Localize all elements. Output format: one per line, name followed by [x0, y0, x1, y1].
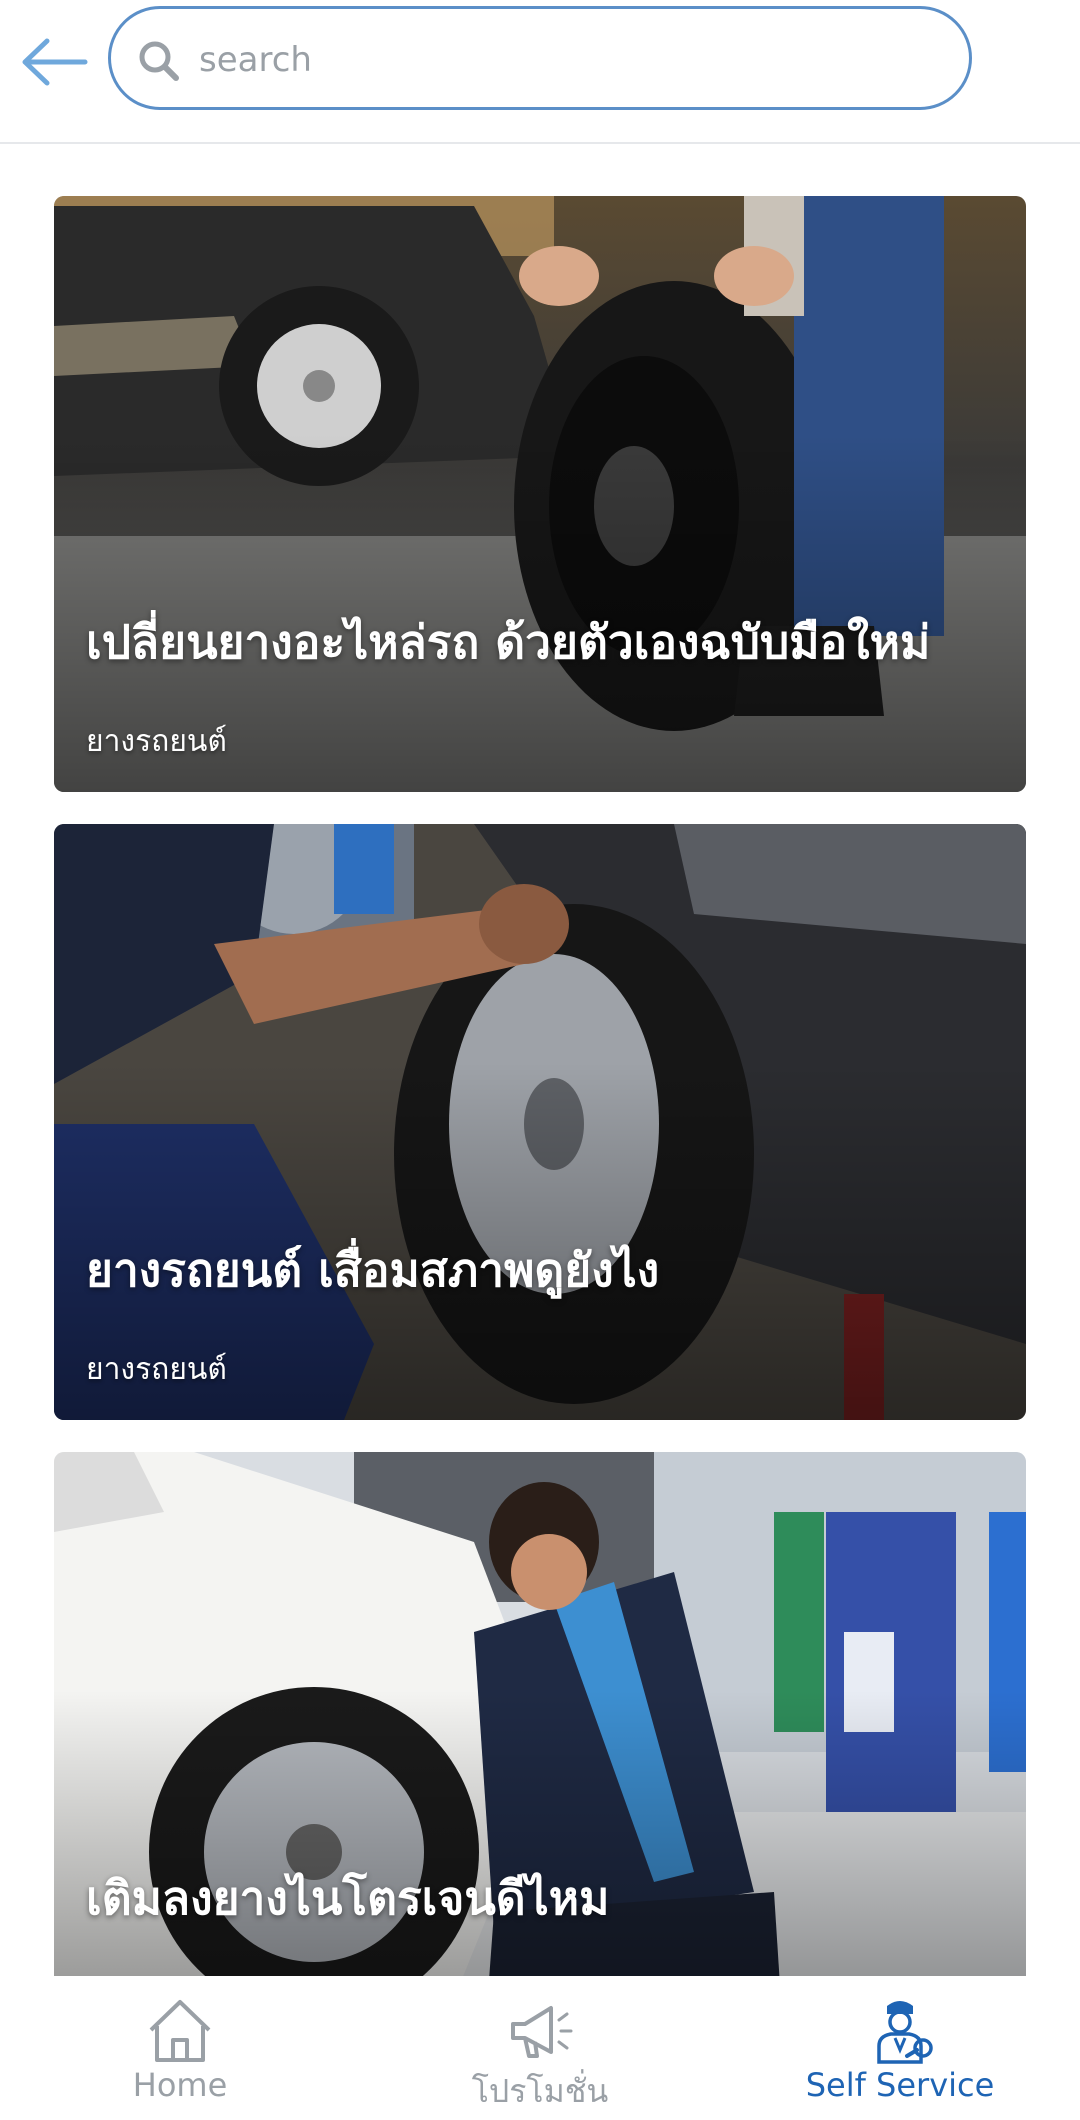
search-icon — [139, 41, 179, 81]
card-overlay — [54, 196, 1026, 792]
top-bar — [0, 0, 1080, 144]
card-category: ยางรถยนต์ — [86, 1352, 227, 1387]
article-card[interactable]: เปลี่ยนยางอะไหล่รถ ด้วยตัวเองฉบับมือใหม่… — [54, 196, 1026, 792]
nav-item-home[interactable]: Home — [30, 1976, 330, 2120]
home-icon — [149, 2000, 211, 2062]
nav-label: Self Service — [805, 2066, 995, 2104]
card-overlay — [54, 824, 1026, 1420]
card-title: เปลี่ยนยางอะไหล่รถ ด้วยตัวเองฉบับมือใหม่ — [86, 615, 931, 669]
nav-label: โปรโมชั่น — [471, 2072, 609, 2110]
back-button[interactable] — [14, 22, 94, 102]
arrow-left-icon — [22, 38, 88, 86]
article-card[interactable]: ยางรถยนต์ เสื่อมสภาพดูยังไง ยางรถยนต์ — [54, 824, 1026, 1420]
search-input[interactable] — [197, 29, 937, 91]
megaphone-icon — [511, 2006, 573, 2058]
nav-item-promotion[interactable]: โปรโมชั่น — [390, 1976, 690, 2120]
nav-label: Home — [132, 2066, 228, 2104]
article-card[interactable]: เติมลงยางไนโตรเจนดีไหม — [54, 1452, 1026, 1976]
search-bar[interactable] — [108, 6, 972, 110]
card-category: ยางรถยนต์ — [86, 724, 227, 759]
bottom-navigation: Home โปรโมชั่น Self Service — [0, 1976, 1080, 2120]
card-title: เติมลงยางไนโตรเจนดีไหม — [86, 1871, 610, 1925]
nav-item-self-service[interactable]: Self Service — [750, 1976, 1050, 2120]
card-title: ยางรถยนต์ เสื่อมสภาพดูยังไง — [86, 1243, 660, 1297]
article-list: เปลี่ยนยางอะไหล่รถ ด้วยตัวเองฉบับมือใหม่… — [0, 146, 1080, 1976]
mechanic-icon — [877, 2001, 933, 2064]
